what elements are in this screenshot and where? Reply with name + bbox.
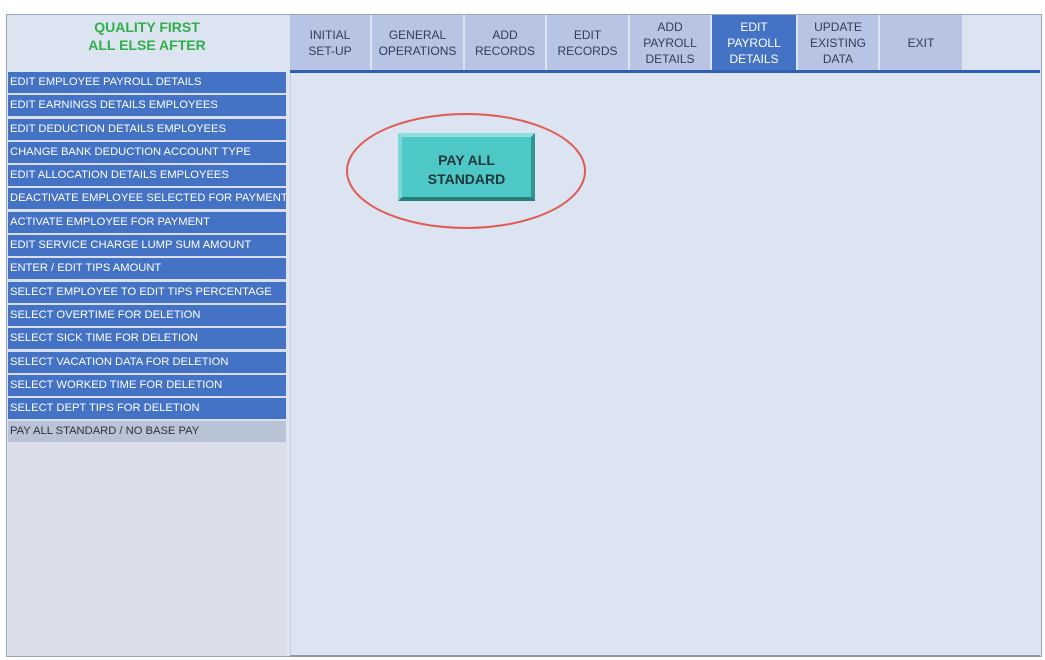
sidebar-item-edit-service-charge[interactable]: EDIT SERVICE CHARGE LUMP SUM AMOUNT — [8, 235, 286, 257]
tab-update-existing-data[interactable]: UPDATE EXISTING DATA — [798, 15, 878, 70]
brand-line-2: ALL ELSE AFTER — [88, 37, 206, 53]
tab-add-payroll-details[interactable]: ADD PAYROLL DETAILS — [630, 15, 710, 70]
tab-exit[interactable]: EXIT — [880, 15, 962, 70]
sidebar-item-select-overtime-deletion[interactable]: SELECT OVERTIME FOR DELETION — [8, 304, 286, 326]
pay-button-line-2: STANDARD — [427, 171, 506, 187]
tab-edit-records[interactable]: EDIT RECORDS — [547, 15, 628, 70]
tab-add-records[interactable]: ADD RECORDS — [465, 15, 545, 70]
bottom-border — [290, 655, 1040, 657]
sidebar-item-select-worked-time-deletion[interactable]: SELECT WORKED TIME FOR DELETION — [8, 374, 286, 396]
sidebar-item-edit-earnings-details[interactable]: EDIT EARNINGS DETAILS EMPLOYEES — [8, 95, 286, 117]
top-navigation: INITIAL SET-UP GENERAL OPERATIONS ADD RE… — [290, 15, 962, 70]
sidebar-item-select-vacation-deletion[interactable]: SELECT VACATION DATA FOR DELETION — [8, 351, 286, 373]
sidebar-item-pay-all-standard[interactable]: PAY ALL STANDARD / NO BASE PAY — [8, 421, 286, 443]
sidebar-item-edit-deduction-details[interactable]: EDIT DEDUCTION DETAILS EMPLOYEES — [8, 118, 286, 140]
sidebar: EDIT EMPLOYEE PAYROLL DETAILS EDIT EARNI… — [8, 72, 286, 656]
sidebar-item-edit-allocation-details[interactable]: EDIT ALLOCATION DETAILS EMPLOYEES — [8, 165, 286, 187]
sidebar-item-edit-tips-percentage[interactable]: SELECT EMPLOYEE TO EDIT TIPS PERCENTAGE — [8, 281, 286, 303]
pay-button-line-1: PAY ALL — [438, 152, 495, 168]
brand-banner: QUALITY FIRST ALL ELSE AFTER — [8, 15, 286, 69]
sidebar-item-select-sick-time-deletion[interactable]: SELECT SICK TIME FOR DELETION — [8, 328, 286, 350]
sidebar-item-select-dept-tips-deletion[interactable]: SELECT DEPT TIPS FOR DELETION — [8, 398, 286, 420]
sidebar-item-enter-edit-tips[interactable]: ENTER / EDIT TIPS AMOUNT — [8, 258, 286, 280]
sidebar-item-change-bank-deduction-account[interactable]: CHANGE BANK DEDUCTION ACCOUNT TYPE — [8, 141, 286, 163]
brand-line-1: QUALITY FIRST — [94, 19, 200, 35]
sidebar-item-edit-employee-payroll-details[interactable]: EDIT EMPLOYEE PAYROLL DETAILS — [8, 72, 286, 93]
pay-all-standard-button[interactable]: PAY ALL STANDARD — [398, 133, 535, 201]
sidebar-item-deactivate-employee[interactable]: DEACTIVATE EMPLOYEE SELECTED FOR PAYMENT — [8, 188, 286, 210]
tab-edit-payroll-details[interactable]: EDIT PAYROLL DETAILS — [712, 15, 796, 70]
tab-initial-setup[interactable]: INITIAL SET-UP — [290, 15, 370, 70]
tab-general-operations[interactable]: GENERAL OPERATIONS — [372, 15, 463, 70]
sidebar-item-activate-employee[interactable]: ACTIVATE EMPLOYEE FOR PAYMENT — [8, 211, 286, 233]
